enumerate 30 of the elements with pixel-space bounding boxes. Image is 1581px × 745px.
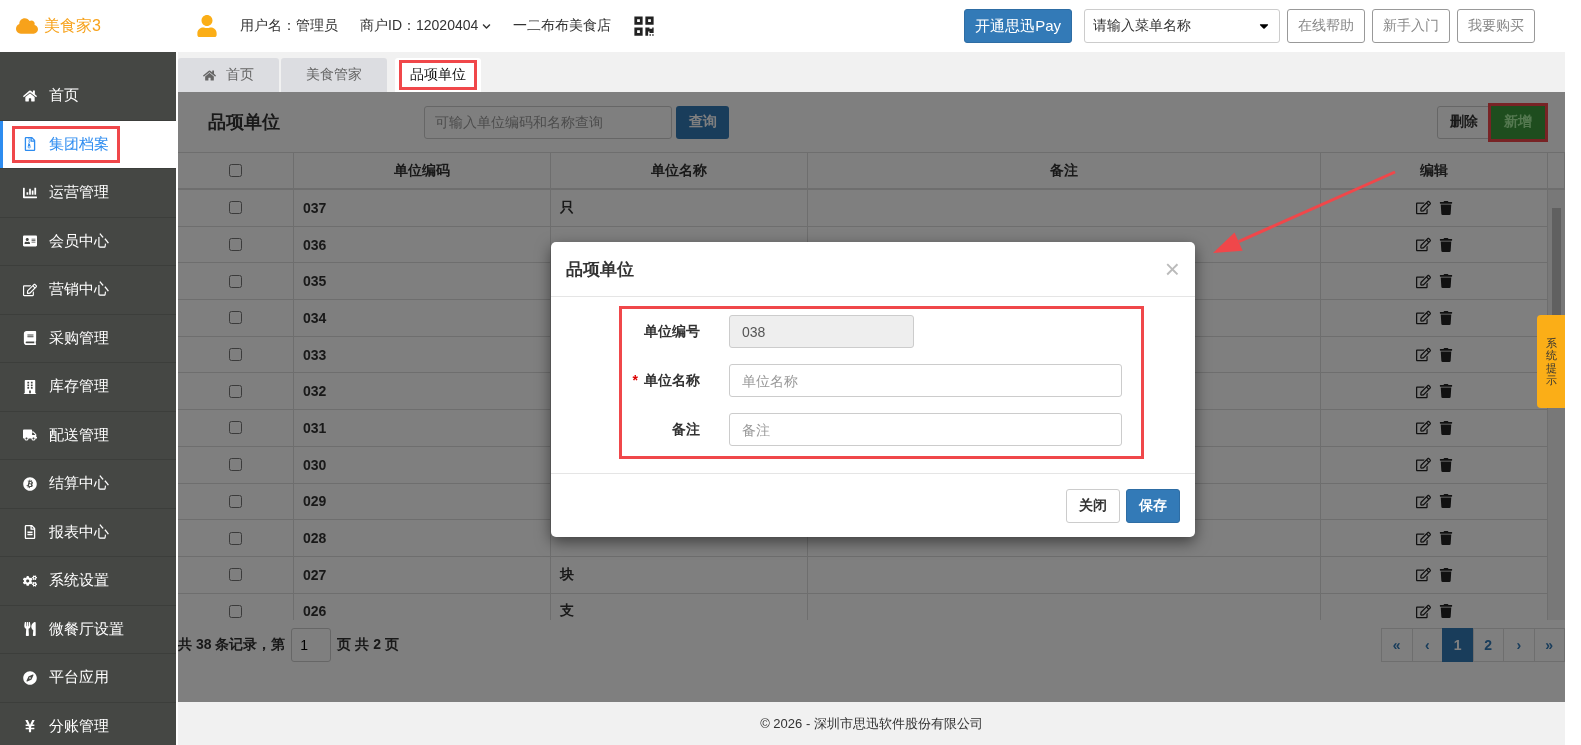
column-header: 编辑: [1321, 153, 1548, 188]
code-cell: 028: [303, 530, 327, 547]
code-cell: 031: [303, 419, 327, 436]
dialog-title: 品项单位: [566, 258, 634, 281]
code-cell: 026: [303, 603, 327, 620]
field-label: * 单位名称: [631, 371, 700, 390]
code-cell: 029: [303, 493, 327, 510]
code-cell: 032: [303, 383, 327, 400]
record-summary: 共 38 条记录，第: [178, 636, 286, 654]
code-cell: 036: [303, 236, 327, 253]
code-cell: 034: [303, 309, 327, 326]
name-cell: 块: [560, 565, 574, 584]
copyright-text: © 2026 - 深圳市思迅软件股份有限公司: [760, 714, 983, 733]
code-cell: 033: [303, 346, 327, 363]
user-label: 用户名：管理员: [240, 17, 338, 35]
code-cell: 037: [303, 199, 327, 216]
column-header: 单位名称: [551, 153, 808, 188]
field-label: 单位编号: [643, 322, 700, 341]
code-cell: 035: [303, 273, 327, 290]
name-cell: 支: [560, 602, 574, 620]
store-name: 一二布布美食店: [513, 17, 612, 35]
code-cell: 030: [303, 456, 327, 473]
page-summary: 页 共 2 页: [337, 636, 399, 654]
column-header: 单位编码: [294, 153, 551, 188]
page-title: 品项单位: [208, 111, 281, 134]
field-label: 备注: [671, 420, 700, 439]
column-header: 备注: [808, 153, 1321, 188]
logo-text: 美食家3: [44, 15, 101, 36]
name-cell: 只: [560, 198, 574, 217]
code-cell: 027: [303, 566, 327, 583]
